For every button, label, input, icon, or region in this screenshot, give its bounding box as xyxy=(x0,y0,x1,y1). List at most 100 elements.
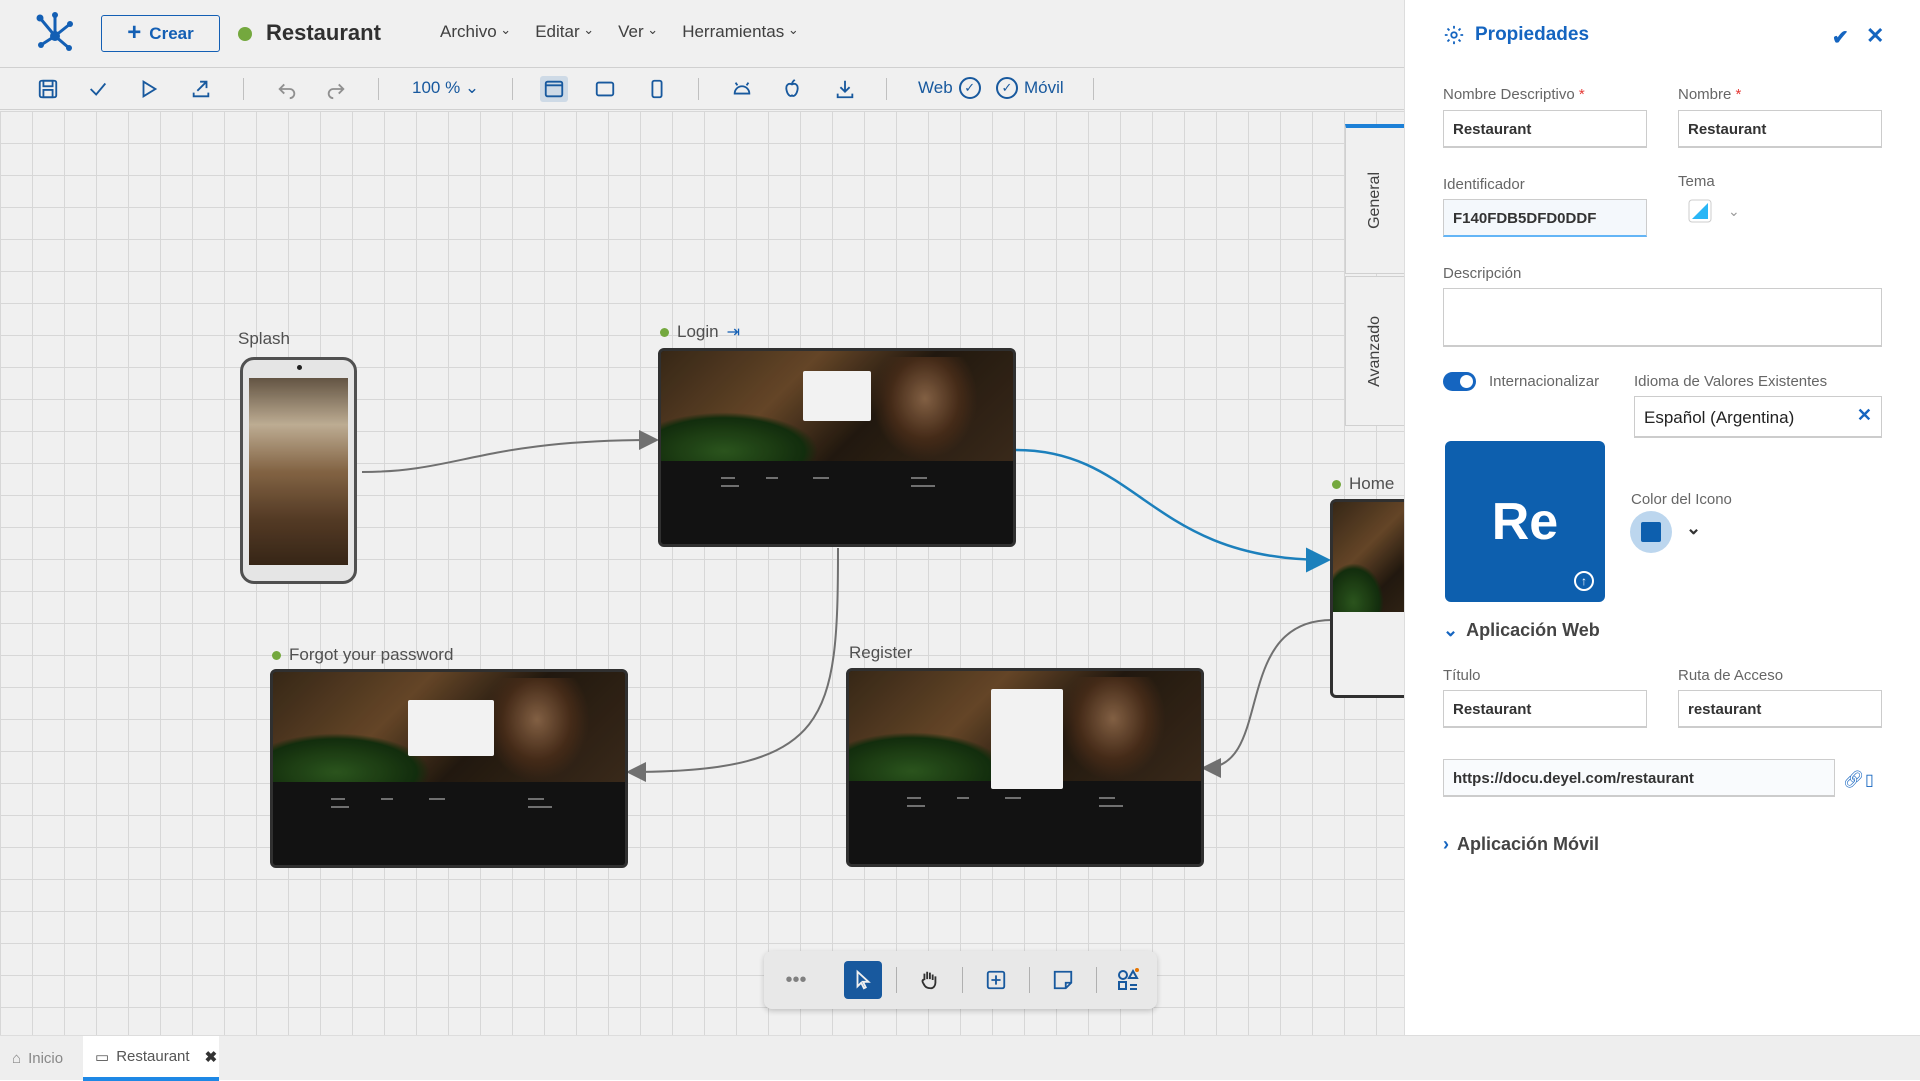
login-entry-icon: ⇥ xyxy=(726,324,741,341)
movil-section-header[interactable]: › Aplicación Móvil xyxy=(1443,834,1599,855)
close-tab-icon[interactable]: ✖ xyxy=(205,1048,218,1066)
tab-general[interactable]: General xyxy=(1345,124,1404,274)
color-chevron-icon[interactable]: ⌄ xyxy=(1686,518,1701,539)
node-register[interactable] xyxy=(846,668,1204,867)
chevron-down-icon: ⌄ xyxy=(1443,620,1459,640)
forgot-status-dot xyxy=(272,650,281,660)
titulo-label: Título xyxy=(1443,667,1481,684)
download-icon[interactable] xyxy=(831,76,859,102)
icon-color-swatch[interactable] xyxy=(1630,511,1672,553)
tab-avanzado[interactable]: Avanzado xyxy=(1345,276,1404,426)
menu-herramientas[interactable]: Herramientas xyxy=(682,22,799,42)
main-menu: Archivo Editar Ver Herramientas xyxy=(440,22,799,42)
nombre-descriptivo-field[interactable]: Restaurant xyxy=(1443,110,1647,148)
play-icon[interactable] xyxy=(135,76,163,102)
add-node-icon[interactable] xyxy=(977,961,1015,999)
publish-icon[interactable] xyxy=(187,76,215,102)
zoom-select[interactable]: 100 % ⌄ xyxy=(412,78,479,98)
home-icon: ⌂ xyxy=(12,1050,22,1067)
color-icono-label: Color del Icono xyxy=(1631,491,1732,508)
chevron-right-icon: › xyxy=(1443,834,1449,854)
properties-panel: Propiedades ✔ ✕ Nombre Descriptivo * Res… xyxy=(1404,0,1920,1035)
web-check-icon: ✓ xyxy=(958,77,981,99)
descripcion-field[interactable] xyxy=(1443,288,1882,347)
menu-editar[interactable]: Editar xyxy=(535,22,594,42)
app-status-dot xyxy=(238,27,252,41)
app-title: Restaurant xyxy=(266,20,381,45)
workspace: + Crear Restaurant Archivo Editar Ver He… xyxy=(0,0,1404,1035)
create-button[interactable]: + Crear xyxy=(101,15,220,52)
create-label: Crear xyxy=(149,23,194,43)
ruta-field[interactable]: restaurant xyxy=(1678,690,1882,728)
identificador-field[interactable]: F140FDB5DFD0DDF xyxy=(1443,199,1647,237)
internacionalizar-label: Internacionalizar xyxy=(1489,373,1600,390)
gear-icon xyxy=(1444,25,1464,45)
nombre-label: Nombre * xyxy=(1678,86,1742,103)
deyel-logo-icon[interactable] xyxy=(35,12,75,57)
node-label-register: Register xyxy=(849,643,913,662)
folder-icon: ▭ xyxy=(95,1048,110,1066)
tab-restaurant[interactable]: ▭ Restaurant ✖ xyxy=(83,1036,219,1081)
nombre-descriptivo-label: Nombre Descriptivo * xyxy=(1443,86,1585,103)
hand-tool-icon[interactable] xyxy=(910,961,948,999)
menu-archivo[interactable]: Archivo xyxy=(440,22,511,42)
diagram-canvas[interactable] xyxy=(0,111,1404,1035)
tab-inicio[interactable]: ⌂ Inicio xyxy=(0,1036,75,1081)
node-forgot-password[interactable] xyxy=(270,669,628,868)
pointer-tool-icon[interactable] xyxy=(844,961,882,999)
web-toggle[interactable]: Web ✓ xyxy=(918,77,981,99)
url-field[interactable]: https://docu.deyel.com/restaurant xyxy=(1443,759,1835,797)
node-login[interactable] xyxy=(658,348,1016,547)
floating-toolbar: ••• xyxy=(764,951,1157,1009)
side-tabs: General Avanzado xyxy=(1345,124,1404,426)
tablet-view-icon[interactable] xyxy=(591,76,619,102)
idioma-select[interactable]: Español (Argentina) ✕ xyxy=(1634,396,1882,438)
titulo-field[interactable]: Restaurant xyxy=(1443,690,1647,728)
menu-ver[interactable]: Ver xyxy=(618,22,658,42)
idioma-value: Español (Argentina) xyxy=(1644,408,1795,427)
mobile-view-icon[interactable] xyxy=(643,76,671,102)
confirm-icon[interactable]: ✔ xyxy=(1832,25,1849,50)
bottom-tab-bar: ⌂ Inicio ▭ Restaurant ✖ xyxy=(0,1035,1920,1081)
node-label-forgot: Forgot your password xyxy=(272,645,453,665)
nombre-field[interactable]: Restaurant xyxy=(1678,110,1882,148)
note-icon[interactable] xyxy=(1044,961,1082,999)
check-icon[interactable] xyxy=(84,76,112,102)
descripcion-label: Descripción xyxy=(1443,265,1522,282)
shapes-icon[interactable] xyxy=(1109,961,1147,999)
movil-toggle[interactable]: ✓ Móvil xyxy=(996,77,1064,99)
theme-icon[interactable] xyxy=(1688,199,1714,223)
app-icon-preview[interactable]: Re ↑ xyxy=(1445,441,1605,602)
plus-icon: + xyxy=(127,18,142,46)
link-icon[interactable]: 🔗︎ xyxy=(1843,770,1865,790)
undo-icon[interactable] xyxy=(273,76,301,102)
clear-idioma-icon[interactable]: ✕ xyxy=(1857,405,1872,426)
splash-image xyxy=(249,378,348,565)
ruta-label: Ruta de Acceso xyxy=(1678,667,1784,684)
more-icon[interactable]: ••• xyxy=(777,961,815,999)
node-splash[interactable] xyxy=(240,357,357,584)
web-section-header[interactable]: ⌄ Aplicación Web xyxy=(1443,620,1600,641)
movil-label: Móvil xyxy=(1024,78,1064,97)
apple-icon[interactable] xyxy=(778,76,806,102)
toolbar: 100 % ⌄ Web ✓ ✓ Móvil xyxy=(0,68,1404,110)
clipboard-icon[interactable]: ▯ xyxy=(1865,770,1874,790)
app-icon-text: Re xyxy=(1491,492,1559,551)
android-icon[interactable] xyxy=(728,76,756,102)
idioma-label: Idioma de Valores Existentes xyxy=(1634,373,1828,390)
movil-check-icon: ✓ xyxy=(996,77,1018,99)
internacionalizar-toggle[interactable] xyxy=(1443,372,1476,391)
identificador-label: Identificador xyxy=(1443,176,1525,193)
desktop-view-icon[interactable] xyxy=(540,76,568,102)
node-label-home: Home xyxy=(1332,474,1394,494)
home-status-dot xyxy=(1332,479,1341,489)
login-status-dot xyxy=(660,327,669,337)
node-label-login: Login ⇥ xyxy=(660,322,740,342)
save-icon[interactable] xyxy=(34,76,62,102)
node-home[interactable] xyxy=(1330,499,1404,698)
close-icon[interactable]: ✕ xyxy=(1866,23,1884,49)
tema-chevron-icon[interactable]: ⌄ xyxy=(1728,203,1740,220)
tema-label: Tema xyxy=(1678,173,1715,190)
upload-icon[interactable]: ↑ xyxy=(1574,571,1594,591)
redo-icon[interactable] xyxy=(322,76,350,102)
